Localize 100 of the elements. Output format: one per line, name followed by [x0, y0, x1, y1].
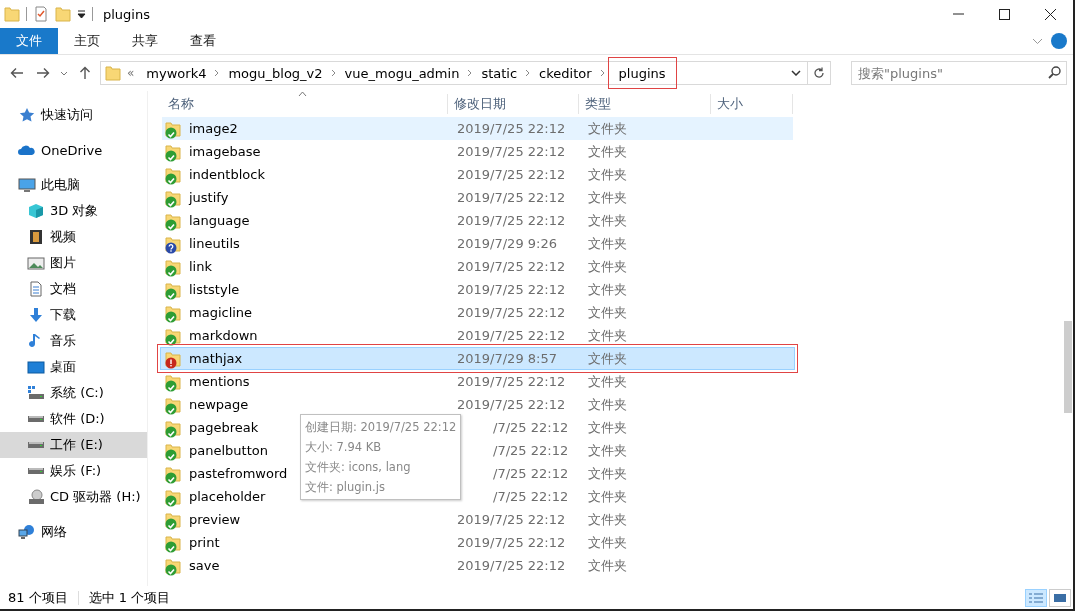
nav-item[interactable]: CD 驱动器 (H:) [0, 484, 147, 510]
column-header[interactable]: 类型 [579, 94, 711, 114]
expand-ribbon-icon[interactable] [1032, 37, 1043, 45]
search-field[interactable]: 搜索"plugins" [851, 61, 1067, 85]
item-count: 81 个项目 [8, 589, 68, 607]
nav-item[interactable]: 网络 [0, 519, 147, 545]
overflow-chevron[interactable]: « [123, 66, 139, 80]
computer-icon [18, 177, 36, 193]
disc-drive-icon [27, 489, 45, 505]
chevron-icon[interactable] [467, 69, 474, 77]
download-arrow-icon [27, 307, 45, 323]
ribbon-tab[interactable]: 共享 [116, 28, 174, 54]
file-type: 文件夹 [588, 189, 627, 205]
back-arrow-icon[interactable] [10, 67, 24, 79]
modified-date: 2019/7/25 22:12 [457, 558, 566, 573]
file-name: mathjax [189, 351, 243, 366]
modified-date: /7/25 22:12 [493, 466, 569, 481]
file-name: imagebase [189, 144, 261, 159]
chevron-icon[interactable] [330, 69, 337, 77]
file-type: 文件夹 [588, 327, 627, 343]
file-type: 文件夹 [588, 143, 627, 159]
file-type: 文件夹 [588, 511, 627, 527]
system-drive-icon [27, 385, 45, 401]
new-folder-icon [55, 6, 71, 22]
nav-item[interactable]: 桌面 [0, 354, 147, 380]
file-name: preview [189, 512, 241, 527]
maximize-icon[interactable] [998, 8, 1010, 20]
nav-item[interactable]: 图片 [0, 250, 147, 276]
file-type: 文件夹 [588, 396, 627, 412]
drive-icon [28, 468, 44, 474]
column-header[interactable]: 修改日期 [448, 94, 579, 114]
nav-item[interactable]: 系统 (C:) [0, 380, 147, 406]
file-name: print [189, 535, 220, 550]
modified-date: 2019/7/25 22:12 [457, 121, 566, 136]
file-name: indentblock [189, 167, 265, 182]
chevron-down-icon[interactable] [60, 70, 68, 76]
breadcrumb[interactable]: static [475, 62, 524, 84]
scrollbar-thumb[interactable] [1063, 321, 1072, 413]
file-name: liststyle [189, 282, 240, 297]
file-row[interactable]: mathjax 2019/7/29 8:57 文件夹 [160, 347, 795, 370]
modified-date: /7/25 22:12 [493, 489, 569, 504]
nav-item[interactable]: 文档 [0, 276, 147, 302]
file-type: 文件夹 [588, 281, 627, 297]
large-icons-view-icon[interactable] [1053, 593, 1067, 603]
nav-item[interactable]: OneDrive [0, 137, 147, 163]
file-type: 文件夹 [588, 235, 627, 251]
breadcrumb[interactable]: vue_mogu_admin [338, 62, 466, 84]
breadcrumb[interactable]: mogu_blog_v2 [222, 62, 329, 84]
file-type: 文件夹 [588, 350, 627, 366]
column-header[interactable]: 名称 [162, 94, 448, 114]
modified-date: 2019/7/25 22:12 [457, 328, 566, 343]
properties-icon[interactable] [33, 6, 49, 22]
star-icon [18, 107, 36, 123]
nav-item[interactable]: 此电脑 [0, 172, 147, 198]
nav-item[interactable]: 软件 (D:) [0, 406, 147, 432]
document-icon [27, 281, 45, 297]
up-arrow-icon[interactable] [79, 66, 91, 80]
file-type: 文件夹 [588, 465, 627, 481]
tooltip-line: 文件: plugin.js [305, 479, 386, 496]
nav-item[interactable]: 快速访问 [0, 102, 147, 128]
file-name: pagebreak [189, 420, 259, 435]
chevron-icon[interactable] [214, 69, 221, 77]
file-type: 文件夹 [588, 258, 627, 274]
close-icon[interactable] [1044, 8, 1056, 20]
file-name: mentions [189, 374, 250, 389]
breadcrumb[interactable]: plugins [607, 57, 677, 89]
folder-icon [105, 65, 121, 81]
file-name: language [189, 213, 250, 228]
film-icon [27, 229, 45, 245]
file-type: 文件夹 [588, 557, 627, 573]
chevron-icon[interactable] [525, 69, 532, 77]
breadcrumb[interactable]: ckeditor [533, 62, 598, 84]
file-type: 文件夹 [588, 212, 627, 228]
nav-item[interactable]: 下载 [0, 302, 147, 328]
file-name: panelbutton [189, 443, 268, 458]
ribbon-tab[interactable]: 主页 [58, 28, 116, 54]
window-title: plugins [103, 6, 150, 22]
breadcrumb[interactable]: mywork4 [140, 62, 213, 84]
column-header[interactable]: 大小 [711, 94, 793, 114]
search-icon[interactable] [1048, 66, 1061, 79]
nav-item[interactable]: 工作 (E:) [0, 432, 147, 458]
nav-item[interactable]: 视频 [0, 224, 147, 250]
chevron-icon[interactable] [599, 69, 606, 77]
modified-date: 2019/7/25 22:12 [457, 535, 566, 550]
modified-date: 2019/7/25 22:12 [457, 397, 566, 412]
dropdown-icon[interactable] [77, 9, 86, 19]
modified-date: 2019/7/29 9:26 [457, 236, 557, 251]
ribbon-tab[interactable]: 查看 [174, 28, 232, 54]
forward-arrow-icon[interactable] [36, 67, 50, 79]
nav-item[interactable]: 娱乐 (F:) [0, 458, 147, 484]
file-name: magicline [189, 305, 253, 320]
sort-ascending-icon [298, 91, 307, 97]
nav-item[interactable]: 音乐 [0, 328, 147, 354]
nav-item[interactable]: 3D 对象 [0, 198, 147, 224]
ribbon-tab[interactable]: 文件 [0, 28, 58, 54]
tooltip-line: 文件夹: icons, lang [305, 459, 412, 476]
selection-count: 选中 1 个项目 [88, 589, 171, 607]
file-name: newpage [189, 397, 249, 412]
minimize-icon[interactable] [952, 13, 964, 15]
file-row[interactable]: image2 2019/7/25 22:12 文件夹 [162, 117, 793, 140]
